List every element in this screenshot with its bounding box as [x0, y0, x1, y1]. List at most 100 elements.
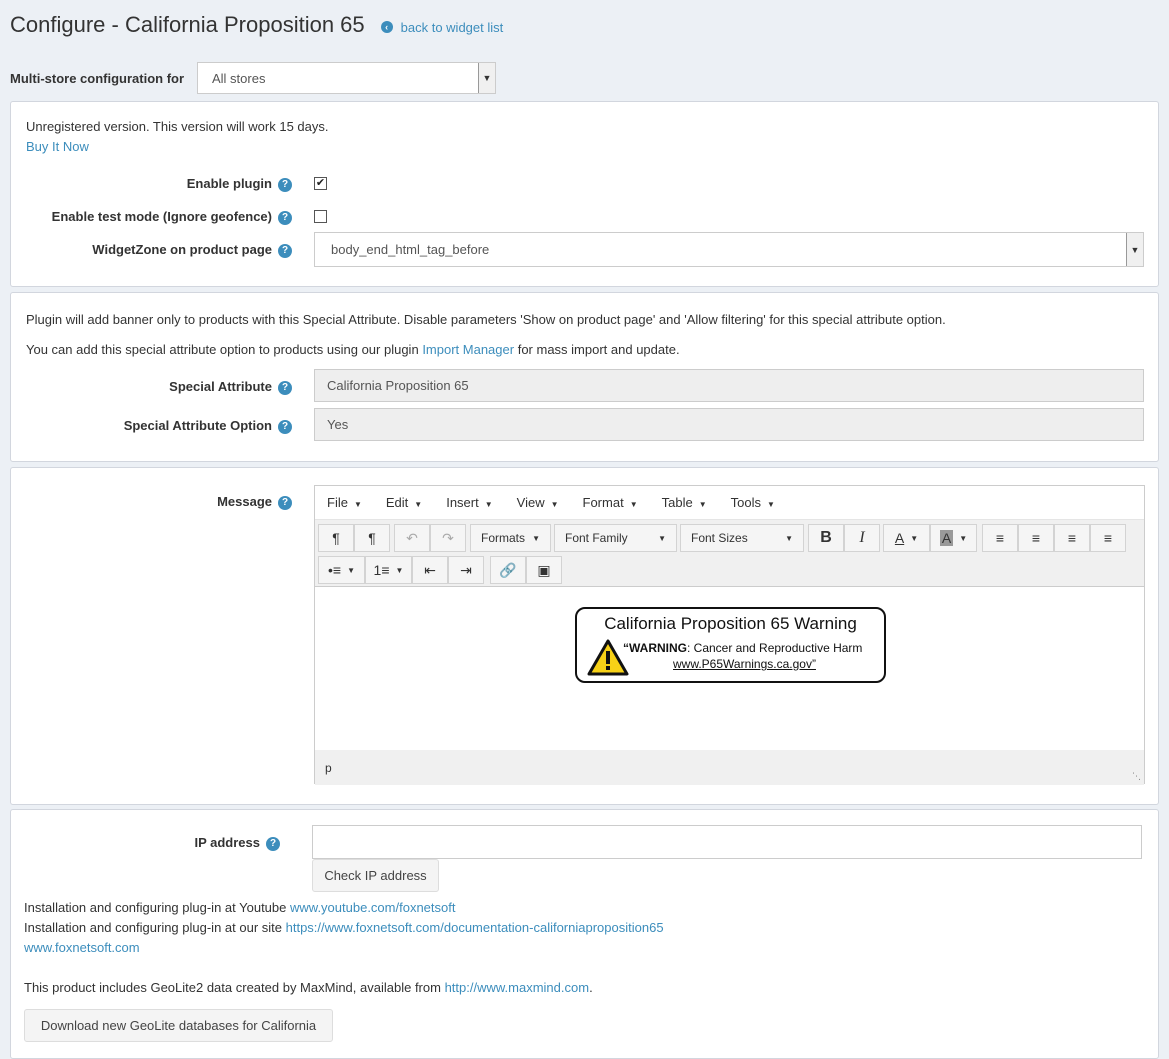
align-left-icon[interactable]: ≡ — [982, 524, 1018, 552]
import-text-prefix: You can add this special attribute optio… — [26, 342, 419, 357]
caret-down-icon: ▼ — [414, 500, 423, 509]
special-attribute-label: Special Attribute? — [11, 379, 292, 395]
message-panel: Message? File ▼ Edit ▼ Insert ▼ View ▼ Format ▼ Ta… — [10, 467, 1159, 805]
p65-warnings-link[interactable]: www.P65Warnings.ca.gov” — [673, 657, 816, 671]
indent-icon[interactable]: ⇥ — [448, 556, 484, 584]
special-attribute-row: Special Attribute? — [11, 379, 292, 395]
align-justify-icon[interactable]: ≡ — [1090, 524, 1126, 552]
check-ip-button[interactable]: Check IP address — [312, 859, 439, 892]
store-select[interactable]: All stores ▼ — [197, 62, 496, 94]
help-icon[interactable]: ? — [266, 836, 280, 851]
maxmind-link[interactable]: http://www.maxmind.com — [445, 980, 590, 995]
image-icon[interactable]: ▣ — [526, 556, 562, 584]
caret-down-icon: ▼ — [766, 500, 775, 509]
help-icon[interactable]: ? — [278, 210, 292, 225]
page-title: Configure - California Proposition 65 — [10, 12, 365, 37]
help-icon[interactable]: ? — [278, 495, 292, 510]
help-icon[interactable]: ? — [278, 177, 292, 192]
page-header: Configure - California Proposition 65 ‹ … — [10, 10, 503, 40]
rtl-icon[interactable]: ¶ — [354, 524, 390, 552]
youtube-link[interactable]: www.youtube.com/foxnetsoft — [290, 900, 455, 915]
numbered-list-icon[interactable]: 1≡ ▼ — [365, 556, 412, 584]
documentation-link[interactable]: https://www.foxnetsoft.com/documentation… — [286, 920, 664, 935]
ip-panel: IP address? Check IP address Installatio… — [10, 809, 1159, 1059]
enable-plugin-checkbox[interactable]: ✔ — [314, 177, 327, 190]
align-right-icon[interactable]: ≡ — [1054, 524, 1090, 552]
foxnetsoft-link[interactable]: www.foxnetsoft.com — [24, 940, 140, 955]
font-family-dropdown[interactable]: Font Family ▼ — [554, 524, 677, 552]
undo-icon[interactable]: ↶ — [394, 524, 430, 552]
buy-it-now-link[interactable]: Buy It Now — [26, 139, 89, 154]
help-icon[interactable]: ? — [278, 243, 292, 258]
text-color-icon[interactable]: A ▼ — [883, 524, 930, 552]
element-path[interactable]: p — [325, 761, 332, 775]
special-attribute-panel: Plugin will add banner only to products … — [10, 292, 1159, 462]
back-to-widget-list-link[interactable]: ‹ back to widget list — [380, 20, 503, 35]
site-prefix: Installation and configuring plug-in at … — [24, 920, 282, 935]
youtube-line: Installation and configuring plug-in at … — [24, 900, 455, 915]
enable-plugin-label: Enable plugin? — [11, 176, 292, 192]
multi-store-label: Multi-store configuration for — [10, 70, 185, 86]
test-mode-checkbox[interactable] — [314, 210, 327, 223]
ltr-icon[interactable]: ¶ — [318, 524, 354, 552]
warning-rest: : Cancer and Reproductive Harm — [687, 641, 863, 655]
redo-icon[interactable]: ↷ — [430, 524, 466, 552]
rich-text-editor: File ▼ Edit ▼ Insert ▼ View ▼ Format ▼ Table ▼ Tools… — [314, 485, 1145, 785]
test-mode-label: Enable test mode (Ignore geofence)? — [11, 209, 292, 225]
unregistered-notice: Unregistered version. This version will … — [26, 119, 329, 134]
formats-dropdown[interactable]: Formats ▼ — [470, 524, 551, 552]
resize-handle-icon[interactable]: ⋱ — [1132, 771, 1141, 782]
special-attribute-label-text: Special Attribute — [169, 379, 272, 394]
download-geolite-button[interactable]: Download new GeoLite databases for Calif… — [24, 1009, 333, 1042]
editor-menu-file[interactable]: File ▼ — [327, 495, 362, 510]
editor-menu-insert[interactable]: Insert ▼ — [446, 495, 492, 510]
align-center-icon[interactable]: ≡ — [1018, 524, 1054, 552]
help-icon[interactable]: ? — [278, 380, 292, 395]
general-settings-panel: Unregistered version. This version will … — [10, 101, 1159, 287]
chevron-down-icon: ▼ — [1126, 233, 1143, 266]
attribute-import-text: You can add this special attribute optio… — [26, 342, 680, 357]
warning-text: “WARNING: Cancer and Reproductive Harm — [623, 641, 862, 655]
import-manager-link[interactable]: Import Manager — [422, 342, 514, 357]
editor-menu-table[interactable]: Table ▼ — [662, 495, 707, 510]
outdent-icon[interactable]: ⇤ — [412, 556, 448, 584]
ip-address-label-text: IP address — [194, 835, 260, 850]
link-icon[interactable]: 🔗 — [490, 556, 526, 584]
help-icon[interactable]: ? — [278, 419, 292, 434]
widgetzone-select[interactable]: body_end_html_tag_before ▼ — [314, 232, 1144, 267]
editor-menu-view[interactable]: View ▼ — [517, 495, 559, 510]
widgetzone-row: WidgetZone on product page? — [11, 242, 292, 258]
ip-address-row: IP address? — [11, 835, 280, 851]
special-option-label: Special Attribute Option? — [11, 418, 292, 434]
bullet-list-icon[interactable]: •≡ ▼ — [318, 556, 365, 584]
caret-down-icon: ▼ — [698, 500, 707, 509]
font-sizes-dropdown[interactable]: Font Sizes ▼ — [680, 524, 804, 552]
youtube-prefix: Installation and configuring plug-in at … — [24, 900, 287, 915]
special-attribute-field: California Proposition 65 — [314, 369, 1144, 402]
message-label-text: Message — [217, 494, 272, 509]
editor-statusbar: p ⋱ — [315, 750, 1144, 785]
ip-address-input[interactable] — [312, 825, 1142, 859]
italic-icon[interactable]: I — [844, 524, 880, 552]
editor-content[interactable]: California Proposition 65 Warning “WARNI… — [315, 587, 1144, 750]
message-row: Message? — [11, 494, 292, 510]
widgetzone-label: WidgetZone on product page? — [11, 242, 292, 258]
editor-menu-tools[interactable]: Tools ▼ — [731, 495, 775, 510]
caret-down-icon: ▼ — [550, 500, 559, 509]
special-option-row: Special Attribute Option? — [11, 418, 292, 434]
editor-menubar: File ▼ Edit ▼ Insert ▼ View ▼ Format ▼ Table ▼ Tools… — [315, 486, 1144, 520]
multi-store-row: Multi-store configuration for All stores… — [10, 62, 496, 94]
editor-menu-edit[interactable]: Edit ▼ — [386, 495, 422, 510]
background-color-icon[interactable]: A ▼ — [930, 524, 977, 552]
site-line: Installation and configuring plug-in at … — [24, 920, 664, 935]
attribute-info-text: Plugin will add banner only to products … — [26, 312, 946, 327]
arrow-left-circle-icon: ‹ — [380, 21, 393, 33]
bold-icon[interactable]: B — [808, 524, 844, 552]
formats-label: Formats — [481, 531, 526, 545]
special-option-label-text: Special Attribute Option — [123, 418, 272, 433]
caret-down-icon: ▼ — [484, 500, 493, 509]
caret-down-icon: ▼ — [658, 533, 666, 543]
editor-menu-format[interactable]: Format ▼ — [583, 495, 638, 510]
editor-toolbar: ¶ ¶ ↶ ↷ Formats ▼ Font Family ▼ Font Sizes… — [315, 520, 1144, 587]
geolite-line: This product includes GeoLite2 data crea… — [24, 980, 593, 995]
